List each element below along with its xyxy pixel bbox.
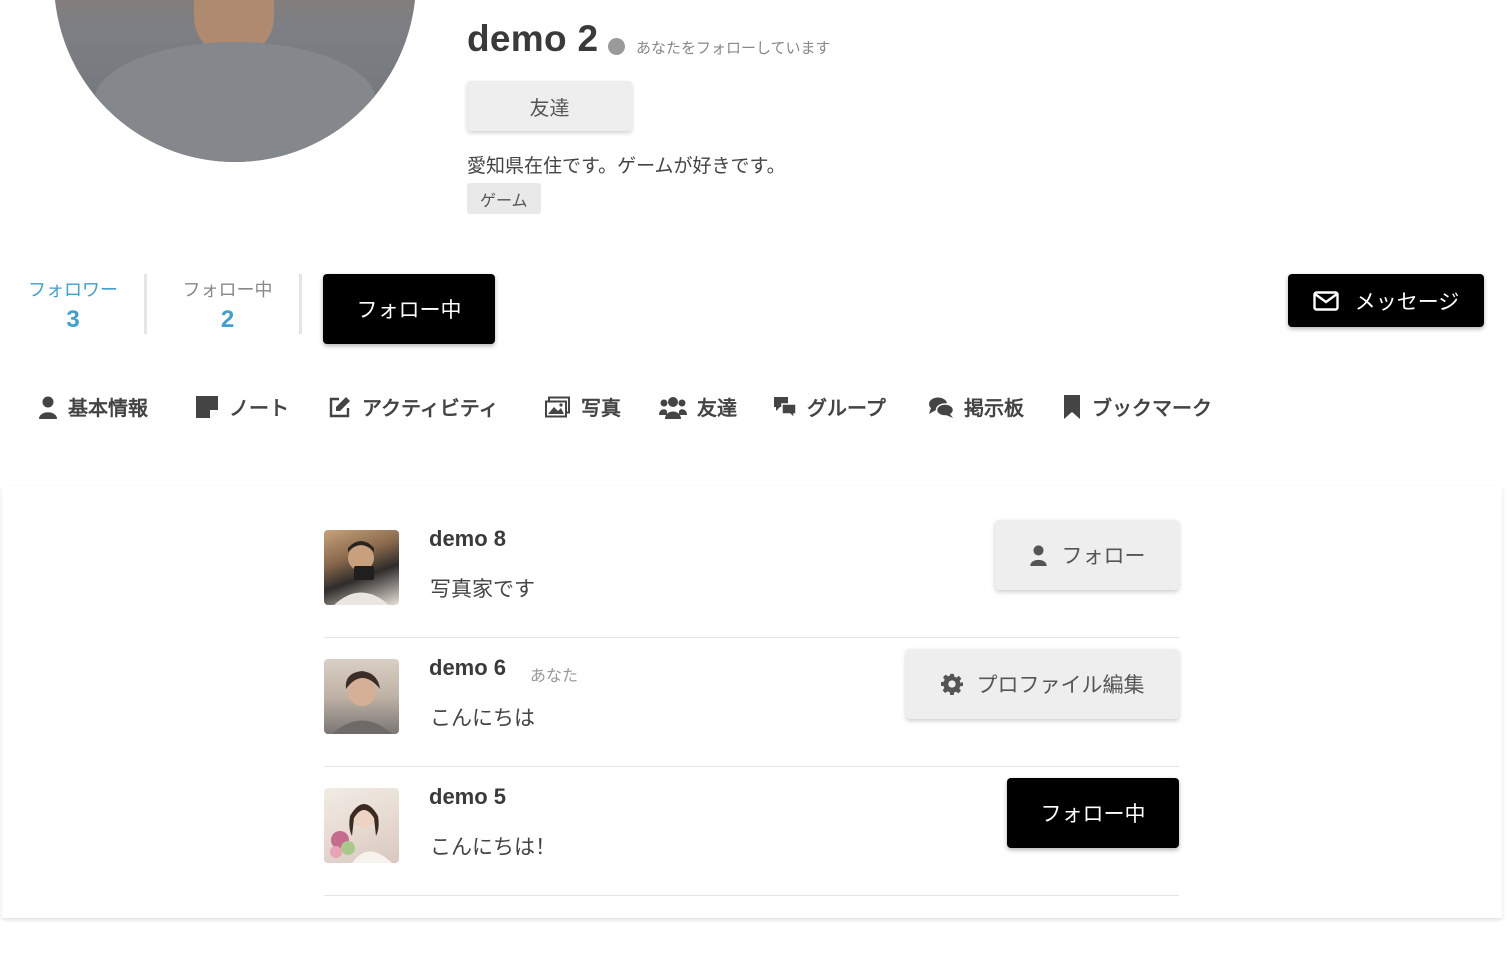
user-icon bbox=[1029, 545, 1047, 566]
profile-bio: 愛知県在住です。ゲームが好きです。 bbox=[467, 155, 786, 177]
following-count: 2 bbox=[220, 306, 235, 333]
comments-icon bbox=[774, 396, 797, 419]
tab-label: アクティビティ bbox=[362, 396, 499, 420]
list-item: demo 5 こんにちは！ フォロー中 bbox=[324, 766, 1179, 896]
user-description: 写真家です bbox=[430, 577, 535, 601]
tab-label: 友達 bbox=[697, 396, 737, 420]
followers-count: 3 bbox=[66, 306, 80, 333]
bookmark-icon bbox=[1064, 394, 1080, 419]
tab-label: 掲示板 bbox=[964, 396, 1024, 420]
user-name[interactable]: demo 8 bbox=[429, 526, 506, 552]
profile-avatar bbox=[54, 0, 416, 162]
user-description: こんにちは bbox=[430, 706, 535, 730]
user-name[interactable]: demo 5 bbox=[429, 784, 506, 810]
list-item: demo 8 写真家です フォロー bbox=[324, 508, 1179, 638]
following-label: フォロー中 bbox=[182, 280, 273, 301]
message-button-label: メッセージ bbox=[1354, 289, 1460, 314]
edit-icon bbox=[329, 396, 350, 417]
profile-tag[interactable]: ゲーム bbox=[467, 183, 541, 214]
edit-profile-button[interactable]: プロファイル編集 bbox=[906, 649, 1179, 719]
divider bbox=[144, 274, 147, 334]
tab-bookmarks[interactable]: ブックマーク bbox=[1062, 392, 1212, 421]
edit-profile-label: プロファイル編集 bbox=[976, 673, 1145, 697]
tab-forum[interactable]: 掲示板 bbox=[928, 392, 1024, 421]
tab-label: ブックマーク bbox=[1092, 396, 1212, 420]
tab-photos[interactable]: 写真 bbox=[545, 392, 621, 421]
following-button[interactable]: フォロー中 bbox=[323, 274, 495, 344]
forum-icon bbox=[929, 397, 954, 418]
note-icon bbox=[196, 395, 218, 418]
status-dot-icon bbox=[608, 38, 625, 55]
user-description: こんにちは！ bbox=[430, 835, 556, 859]
gear-icon bbox=[940, 673, 963, 695]
tab-label: ノート bbox=[229, 396, 289, 420]
friend-status-button[interactable]: 友達 bbox=[467, 81, 632, 131]
envelope-icon bbox=[1313, 290, 1339, 311]
following-button[interactable]: フォロー中 bbox=[1007, 778, 1179, 848]
user-name[interactable]: demo 6 bbox=[429, 655, 506, 681]
tab-label: グループ bbox=[807, 396, 886, 420]
user-icon bbox=[39, 396, 57, 419]
tab-groups[interactable]: グループ bbox=[773, 392, 886, 421]
tab-basic-info[interactable]: 基本情報 bbox=[38, 392, 148, 421]
following-stat[interactable]: フォロー中 2 bbox=[179, 276, 276, 334]
message-button[interactable]: メッセージ bbox=[1288, 274, 1484, 327]
tab-activity[interactable]: アクティビティ bbox=[328, 392, 499, 421]
tab-label: 基本情報 bbox=[68, 396, 148, 420]
divider bbox=[299, 274, 302, 334]
follow-button-label: フォロー bbox=[1061, 544, 1146, 568]
images-icon bbox=[545, 396, 570, 417]
users-icon bbox=[659, 396, 687, 419]
tab-label: 写真 bbox=[581, 396, 621, 420]
profile-name: demo 2 bbox=[467, 18, 599, 59]
tab-notes[interactable]: ノート bbox=[195, 392, 289, 421]
followers-label: フォロワー bbox=[28, 280, 118, 301]
list-item: demo 6 あなた こんにちは プロファイル編集 bbox=[324, 637, 1179, 767]
user-avatar[interactable] bbox=[324, 788, 399, 863]
followers-stat[interactable]: フォロワー 3 bbox=[25, 276, 121, 334]
follow-button[interactable]: フォロー bbox=[995, 520, 1179, 590]
user-avatar[interactable] bbox=[324, 659, 399, 734]
follow-status-text: あなたをフォローしています bbox=[636, 39, 831, 57]
you-label: あなた bbox=[530, 666, 579, 685]
tab-friends[interactable]: 友達 bbox=[659, 392, 737, 421]
user-avatar[interactable] bbox=[324, 530, 399, 605]
